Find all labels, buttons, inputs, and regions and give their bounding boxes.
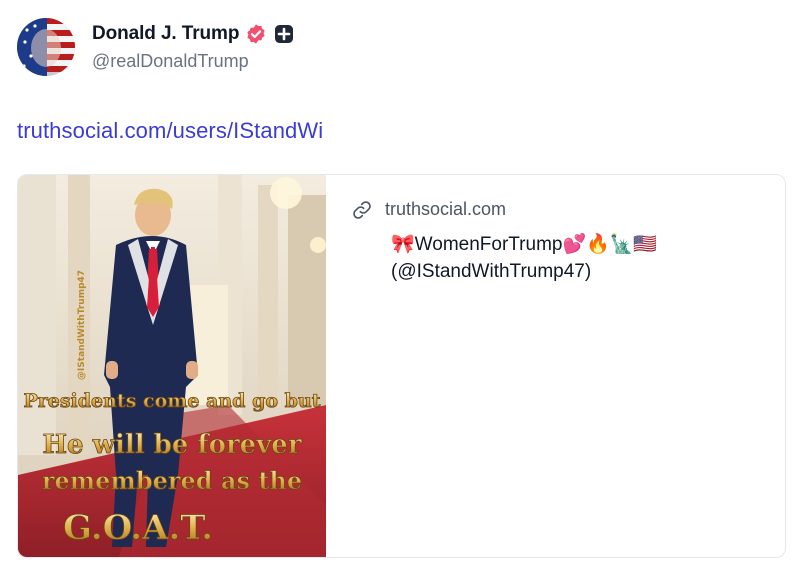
author-handle[interactable]: @realDonaldTrump: [92, 51, 294, 72]
card-title[interactable]: 🎀WomenForTrump💕🔥🗽🇺🇸 (@IStandWithTrump47): [391, 231, 657, 285]
plus-badge-icon: [275, 25, 294, 43]
image-overlay-line4: G.O.A.T.: [63, 508, 213, 548]
link-preview-card[interactable]: @IStandWithTrump47 Presidents come and g…: [17, 174, 786, 558]
card-image[interactable]: @IStandWithTrump47 Presidents come and g…: [18, 175, 326, 557]
card-image-art: @IStandWithTrump47 Presidents come and g…: [18, 175, 326, 557]
image-overlay-line2: He will be forever: [42, 430, 301, 460]
image-watermark: @IStandWithTrump47: [77, 270, 87, 380]
post-link[interactable]: truthsocial.com/users/IStandWi: [17, 118, 323, 144]
author-display-name[interactable]: Donald J. Trump: [92, 23, 239, 45]
image-overlay-line3: remembered as the: [42, 466, 302, 495]
post-header: Donald J. Trump @realDonaldTrump: [17, 18, 294, 76]
card-domain-row: truthsocial.com: [352, 199, 657, 220]
card-domain: truthsocial.com: [385, 199, 507, 219]
avatar-image: [17, 18, 75, 76]
card-title-line1: 🎀WomenForTrump💕🔥🗽🇺🇸: [391, 234, 658, 255]
link-icon: [353, 200, 371, 219]
verified-icon: [247, 24, 265, 44]
card-title-line2: (@IStandWithTrump47): [391, 261, 592, 282]
card-text: truthsocial.com 🎀WomenForTrump💕🔥🗽🇺🇸 (@IS…: [326, 175, 657, 557]
avatar[interactable]: [17, 18, 75, 76]
image-overlay-line1: Presidents come and go but: [23, 390, 320, 412]
